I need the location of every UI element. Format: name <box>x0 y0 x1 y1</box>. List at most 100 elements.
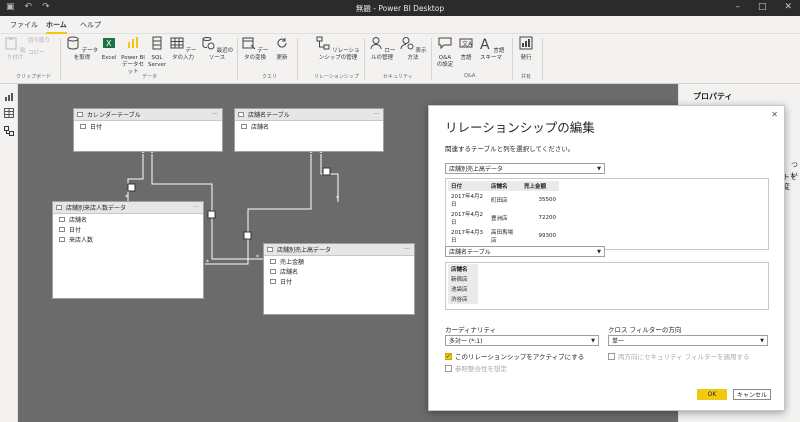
transform-data-button[interactable]: データの変換 <box>240 36 270 62</box>
cardinality-select[interactable]: 多対一 (*:1) ▼ <box>445 335 599 346</box>
field-icon <box>270 268 276 274</box>
copy-label: コピー <box>28 50 45 56</box>
table-icon <box>238 112 244 117</box>
preview-cell: 高田馬場店 <box>491 230 514 244</box>
preview-column-header[interactable]: 店舗名 <box>488 181 521 191</box>
more-options-icon[interactable]: ··· <box>373 111 379 118</box>
field-item[interactable]: 店舗名 <box>53 214 203 224</box>
referential-integrity-checkbox[interactable]: 参照整合性を想定 <box>445 363 507 373</box>
excel-button[interactable]: X Excel <box>100 36 118 62</box>
manage-roles-button[interactable]: ロールの管理 <box>367 36 397 62</box>
qa-setup-button[interactable]: Q&A の設定 <box>434 36 456 69</box>
table2-select[interactable]: 店舗名テーブル ▼ <box>445 246 605 257</box>
properties-text-fragment: トを変 <box>783 173 797 191</box>
table2-preview[interactable]: 店舗名 新宿店 池袋店 渋谷店 <box>445 262 769 310</box>
chevron-down-icon: ▼ <box>591 337 595 344</box>
pbi-dataset-label-2: データセット <box>121 62 144 75</box>
preview-row: 池袋店 <box>448 284 478 294</box>
preview-column-header[interactable]: 店舗名 <box>448 264 478 274</box>
table-card-calendar[interactable]: カレンダーテーブル ··· 日付 <box>73 108 223 152</box>
table-card-header[interactable]: 店舗名テーブル ··· <box>235 109 383 121</box>
field-item[interactable]: 日付 <box>264 276 414 286</box>
group-data: データ <box>142 74 158 80</box>
table-card-visitors[interactable]: 店舗別来店人数データ ··· 店舗名 日付 来店人数 <box>52 201 204 299</box>
chevron-down-icon: ▼ <box>760 337 764 344</box>
group-separator <box>512 38 513 80</box>
field-item[interactable]: 店舗名 <box>235 121 383 131</box>
more-options-icon[interactable]: ··· <box>212 111 218 118</box>
table1-select[interactable]: 店舗別売上高データ ▼ <box>445 163 605 174</box>
field-item[interactable]: 売上金額 <box>264 256 414 266</box>
field-item[interactable]: 日付 <box>74 121 222 131</box>
publish-icon <box>519 36 533 50</box>
preview-column-header[interactable]: 日付 <box>448 181 488 191</box>
table1-preview[interactable]: 日付 店舗名 売上金額 2017年4月2日 町田店 35500 2017年4月2… <box>445 178 769 250</box>
preview-row: 2017年4月3日 高田馬場店 99300 <box>448 227 559 245</box>
minimize-icon[interactable]: – <box>735 2 740 12</box>
cardinality-many: * <box>336 195 339 202</box>
cross-filter-select[interactable]: 単一 ▼ <box>608 335 768 346</box>
table-card-header[interactable]: カレンダーテーブル ··· <box>74 109 222 121</box>
preview-header-row: 店舗名 <box>448 264 478 274</box>
ok-button[interactable]: OK <box>697 389 727 400</box>
field-icon <box>59 216 65 222</box>
window-title: 無題 - Power BI Desktop <box>355 4 445 13</box>
table-card-sales[interactable]: 店舗別売上高データ ··· 売上金額 店舗名 日付 <box>263 243 415 315</box>
field-item[interactable]: 店舗名 <box>264 266 414 276</box>
manage-relationships-button[interactable]: リレーションシップの管理 <box>314 36 362 62</box>
checkbox-box <box>608 352 615 360</box>
sql-server-button[interactable]: SQL Server <box>148 36 166 69</box>
table-card-header[interactable]: 店舗別来店人数データ ··· <box>53 202 203 214</box>
report-view-icon[interactable] <box>4 92 14 102</box>
paste-button[interactable]: 貼り付け <box>3 36 27 62</box>
active-relationship-checkbox[interactable]: ✓ このリレーションシップをアクティブにする <box>445 351 584 361</box>
refresh-button[interactable]: 更新 <box>272 36 292 62</box>
recent-sources-button[interactable]: 最近のソース <box>200 36 234 62</box>
linguistic-schema-button[interactable]: A 言語スキーマ <box>476 36 506 62</box>
get-data-button[interactable]: データを取得 <box>64 36 100 62</box>
qa-setup-label-1: Q&A <box>438 55 452 61</box>
copy-button[interactable]: コピー <box>28 50 52 57</box>
preview-cell: 35500 <box>538 197 557 203</box>
group-share: 共有 <box>521 74 532 80</box>
sql-label-1: SQL <box>151 55 163 61</box>
table1-preview-grid: 日付 店舗名 売上金額 2017年4月2日 町田店 35500 2017年4月2… <box>448 181 559 245</box>
table-icon <box>56 205 62 210</box>
model-view-icon[interactable] <box>4 126 14 136</box>
close-icon[interactable]: ✕ <box>771 110 778 119</box>
tab-help[interactable]: ヘルプ <box>80 20 101 30</box>
pbi-dataset-label-1: Power BI <box>121 55 145 61</box>
field-item[interactable]: 来店人数 <box>53 234 203 244</box>
cardinality-many: * <box>256 254 259 261</box>
close-icon[interactable]: ✕ <box>784 2 792 12</box>
both-directions-checkbox[interactable]: 両方向にセキュリティ フィルターを適用する <box>608 351 750 361</box>
maximize-icon[interactable]: □ <box>758 2 767 12</box>
paste-icon <box>5 37 17 50</box>
view-as-button[interactable]: 表示方法 <box>399 36 427 62</box>
cut-button[interactable]: 切り取り <box>28 38 52 45</box>
chevron-down-icon: ▼ <box>597 165 601 172</box>
enter-data-button[interactable]: データの入力 <box>168 36 198 62</box>
preview-column-header[interactable]: 売上金額 <box>521 181 559 191</box>
more-options-icon[interactable]: ··· <box>404 246 410 253</box>
preview-row: 新宿店 <box>448 274 478 284</box>
cross-filter-value: 単一 <box>612 338 625 345</box>
language-button[interactable]: 文A 言語 <box>456 36 476 62</box>
preview-cell: 72200 <box>538 215 557 221</box>
preview-row: 渋谷店 <box>448 294 478 304</box>
field-label: 店舗名 <box>69 216 88 224</box>
table-card-header[interactable]: 店舗別売上高データ ··· <box>264 244 414 256</box>
tab-file[interactable]: ファイル <box>10 20 38 30</box>
preview-row: 2017年4月2日 豊洲店 72200 <box>448 209 559 227</box>
data-view-icon[interactable] <box>4 108 14 118</box>
publish-button[interactable]: 発行 <box>516 36 536 62</box>
table-card-store-name[interactable]: 店舗名テーブル ··· 店舗名 <box>234 108 384 152</box>
cancel-button[interactable]: キャンセル <box>733 389 771 400</box>
field-label: 来店人数 <box>69 236 94 244</box>
tab-home[interactable]: ホーム <box>46 20 67 34</box>
field-item[interactable]: 日付 <box>53 224 203 234</box>
more-options-icon[interactable]: ··· <box>193 204 199 211</box>
pbi-dataset-button[interactable]: Power BI データセット <box>120 36 146 76</box>
qa-setup-label-2: の設定 <box>436 62 454 68</box>
cut-label: 切り取り <box>28 38 51 44</box>
